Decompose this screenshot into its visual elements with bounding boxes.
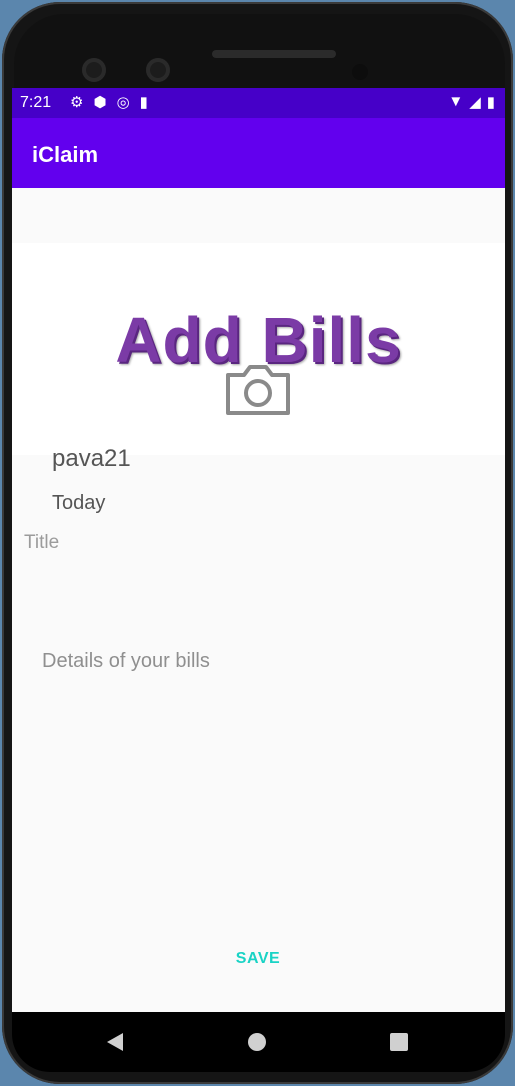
add-bills-banner[interactable]: Add Bills: [12, 243, 505, 455]
status-time: 7:21: [20, 94, 52, 111]
username-label: pava21: [52, 445, 131, 472]
phone-top-bezel: [14, 14, 505, 94]
save-button[interactable]: SAVE: [208, 943, 308, 975]
details-input[interactable]: [40, 648, 484, 912]
signal-icon: ◢: [469, 94, 481, 111]
wifi-icon: ▼: [448, 93, 464, 110]
front-camera-icon: [146, 58, 170, 82]
shield-icon: ⬢: [93, 94, 107, 111]
home-icon[interactable]: [248, 1033, 266, 1051]
battery-icon: ▮: [486, 94, 495, 111]
app-title: iClaim: [32, 142, 99, 167]
navigation-bar: [12, 1012, 505, 1072]
back-icon[interactable]: [107, 1033, 123, 1051]
status-right-icons: ▼ ◢ ▮: [448, 93, 495, 111]
recents-icon[interactable]: [390, 1033, 408, 1051]
date-label: Today: [52, 492, 106, 514]
status-bar: 7:21 ⚙ ⬢ ◎ ▮ ▼ ◢ ▮: [12, 88, 505, 118]
earpiece-speaker: [212, 50, 336, 58]
sd-card-icon: ▮: [139, 94, 148, 111]
screen: 7:21 ⚙ ⬢ ◎ ▮ ▼ ◢ ▮ iClaim Add Bills pava…: [12, 88, 505, 1012]
title-input[interactable]: [22, 524, 496, 562]
gear-icon: ⚙: [70, 94, 84, 111]
camera-icon[interactable]: [224, 361, 292, 417]
app-bar: iClaim: [12, 118, 505, 188]
status-left-icons: ⚙ ⬢ ◎ ▮: [70, 93, 148, 111]
proximity-sensor: [352, 64, 368, 80]
vpn-icon: ◎: [116, 94, 130, 111]
front-camera-icon: [82, 58, 106, 82]
